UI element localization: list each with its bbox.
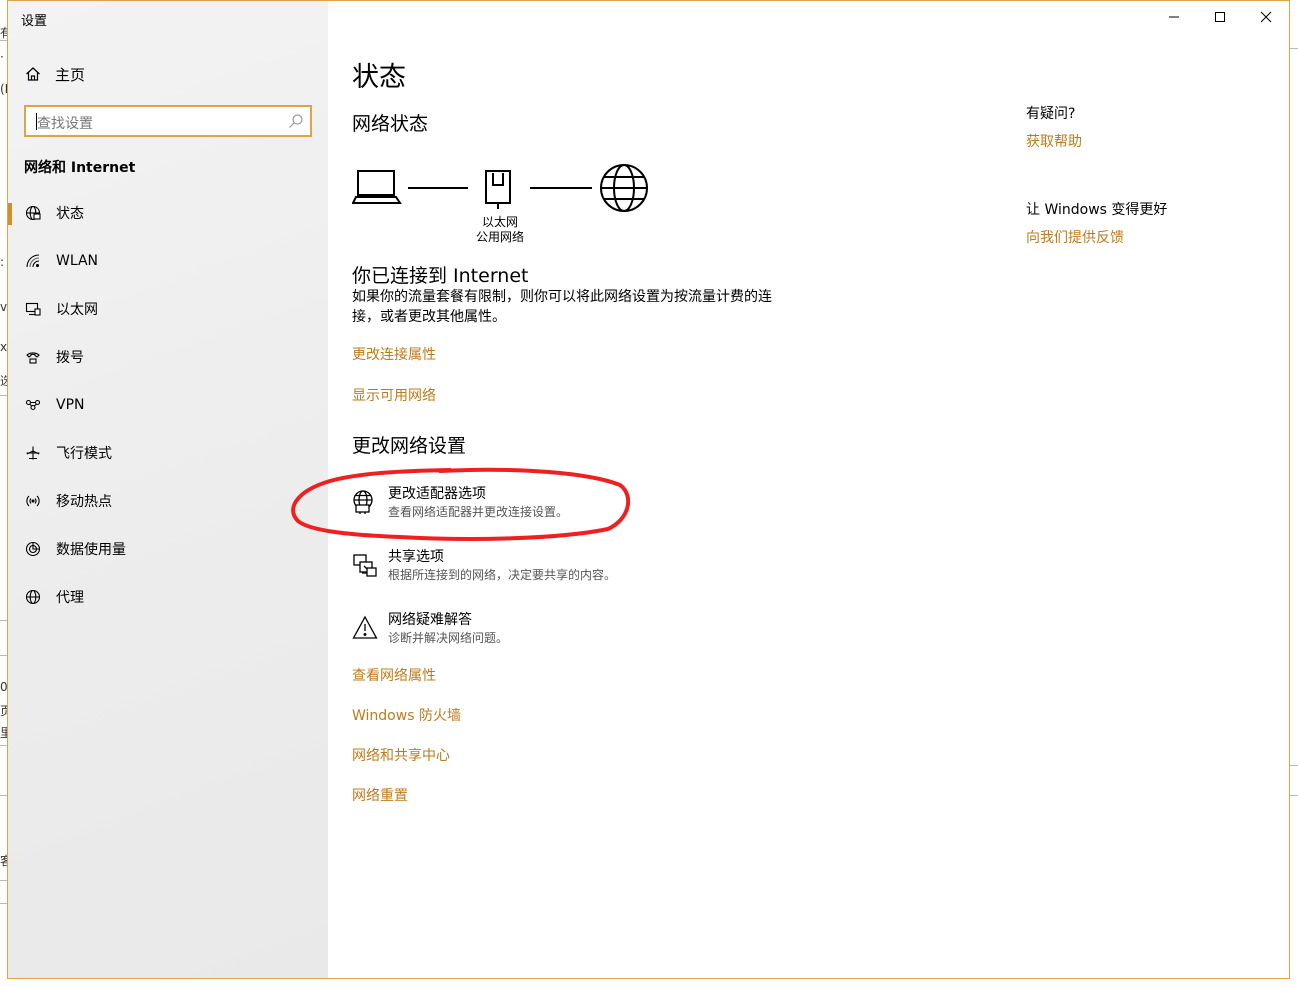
sidebar-item-label: 状态: [56, 206, 84, 222]
sidebar-item-label: 代理: [56, 590, 84, 606]
sidebar-item-label: 拨号: [56, 350, 84, 366]
window-title: 设置: [21, 14, 48, 29]
option-description: 根据所连接到的网络，决定要共享的内容。: [388, 568, 617, 582]
home-icon: [24, 65, 42, 83]
sidebar-home[interactable]: 主页: [24, 61, 85, 87]
section-title: 网络和 Internet: [24, 160, 136, 176]
laptop-icon: [352, 170, 402, 204]
dialup-icon: [24, 348, 42, 366]
warning-icon: [352, 615, 378, 639]
sidebar-item-label: VPN: [56, 397, 85, 413]
internet-globe-icon: [600, 164, 648, 212]
sidebar-item-proxy[interactable]: 代理: [8, 573, 328, 621]
selection-indicator: [8, 203, 12, 225]
network-troubleshooter[interactable]: 网络疑难解答 诊断并解决网络问题。: [352, 611, 508, 657]
close-button[interactable]: [1243, 1, 1289, 33]
wifi-icon: [24, 252, 42, 270]
adapter-name: 以太网: [481, 215, 518, 229]
option-title: 更改适配器选项: [388, 486, 486, 502]
minimize-icon: [1169, 16, 1179, 18]
hotspot-icon: [24, 492, 42, 510]
globe-icon: [24, 588, 42, 606]
settings-window: 设置 主页 查找设置 网络和 Internet 状态 WLAN 以太网 拨号 V…: [7, 0, 1290, 979]
sidebar-item-label: WLAN: [56, 253, 99, 269]
status-icon: [24, 204, 42, 222]
change-adapter-options[interactable]: 更改适配器选项 查看网络适配器并更改连接设置。: [352, 485, 568, 531]
change-connection-properties-link[interactable]: 更改连接属性: [352, 344, 436, 364]
sidebar-item-ethernet[interactable]: 以太网: [8, 285, 328, 333]
sidebar-item-vpn[interactable]: VPN: [8, 381, 328, 429]
connected-heading: 你已连接到 Internet: [352, 265, 529, 287]
option-title: 网络疑难解答: [388, 612, 472, 628]
data-usage-icon: [24, 540, 42, 558]
sidebar-item-label: 移动热点: [56, 494, 112, 510]
question-heading: 有疑问?: [1026, 106, 1076, 122]
sharing-icon: [353, 554, 377, 577]
network-sharing-center-link[interactable]: 网络和共享中心: [352, 745, 450, 765]
sidebar-item-label: 以太网: [56, 302, 98, 318]
sidebar-item-status[interactable]: 状态: [8, 189, 328, 237]
ethernet-adapter-icon: [485, 170, 511, 209]
home-label: 主页: [55, 65, 86, 84]
view-network-properties-link[interactable]: 查看网络属性: [352, 665, 436, 685]
get-help-link[interactable]: 获取帮助: [1026, 131, 1082, 151]
network-diagram: 以太网 公用网络: [352, 159, 672, 254]
maximize-icon: [1215, 12, 1225, 22]
sidebar-item-airplane[interactable]: 飞行模式: [8, 429, 328, 477]
vpn-icon: [24, 396, 42, 414]
minimize-button[interactable]: [1151, 1, 1197, 33]
feedback-link[interactable]: 向我们提供反馈: [1026, 227, 1124, 247]
search-placeholder: 查找设置: [37, 116, 93, 132]
option-title: 共享选项: [388, 549, 444, 565]
search-icon[interactable]: [288, 113, 304, 129]
sidebar-item-data-usage[interactable]: 数据使用量: [8, 525, 328, 573]
background-window-right: [1290, 0, 1298, 987]
show-available-networks-link[interactable]: 显示可用网络: [352, 385, 436, 405]
window-controls: [1151, 1, 1289, 33]
option-description: 诊断并解决网络问题。: [388, 631, 509, 645]
adapter-icon: [353, 490, 373, 514]
sharing-options[interactable]: 共享选项 根据所连接到的网络，决定要共享的内容。: [352, 548, 616, 594]
windows-firewall-link[interactable]: Windows 防火墙: [352, 705, 461, 725]
ethernet-icon: [24, 300, 42, 318]
sidebar-item-label: 飞行模式: [56, 446, 112, 462]
sidebar: 设置 主页 查找设置 网络和 Internet 状态 WLAN 以太网 拨号 V…: [8, 1, 328, 978]
connected-description: 如果你的流量套餐有限制，则你可以将此网络设置为按流量计费的连接，或者更改其他属性…: [352, 289, 772, 325]
sidebar-item-hotspot[interactable]: 移动热点: [8, 477, 328, 525]
page-title: 状态: [352, 62, 406, 93]
option-description: 查看网络适配器并更改连接设置。: [388, 505, 569, 519]
sidebar-nav: 状态 WLAN 以太网 拨号 VPN 飞行模式 移动热点 数据使用量 代理: [8, 189, 328, 621]
close-icon: [1260, 11, 1272, 23]
improve-heading: 让 Windows 变得更好: [1026, 202, 1168, 218]
change-settings-heading: 更改网络设置: [352, 435, 467, 457]
network-status-heading: 网络状态: [352, 113, 429, 135]
airplane-icon: [24, 444, 42, 462]
network-type: 公用网络: [475, 230, 524, 244]
network-reset-link[interactable]: 网络重置: [352, 785, 408, 805]
sidebar-item-dialup[interactable]: 拨号: [8, 333, 328, 381]
sidebar-item-label: 数据使用量: [56, 542, 126, 558]
search-input[interactable]: 查找设置: [24, 105, 312, 137]
sidebar-item-wlan[interactable]: WLAN: [8, 237, 328, 285]
maximize-button[interactable]: [1197, 1, 1243, 33]
